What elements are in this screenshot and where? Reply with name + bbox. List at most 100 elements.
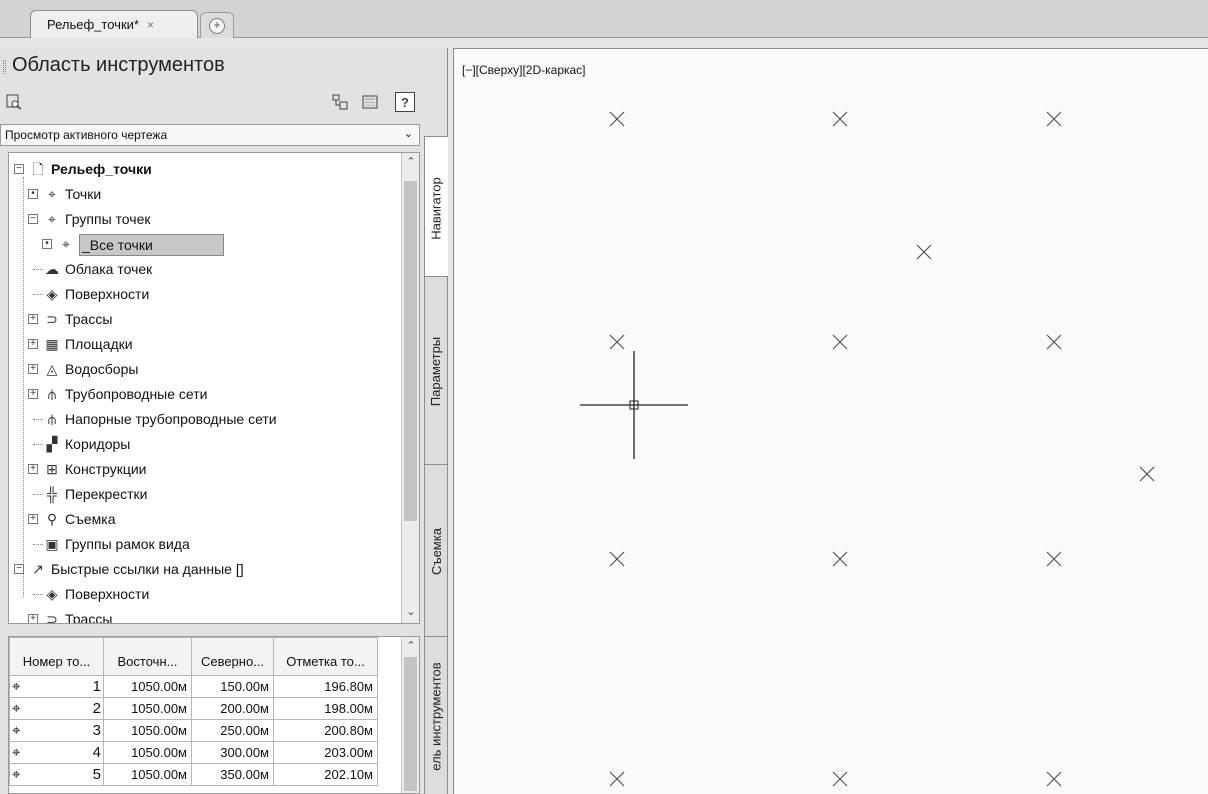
tree-item[interactable]: − 🗋 Рельеф_точки bbox=[9, 157, 401, 182]
table-row[interactable]: ⌖ 5 1050.00м 350.00м 202.10м bbox=[9, 763, 404, 786]
tree-item-label: Напорные трубопроводные сети bbox=[65, 411, 277, 427]
tree-item[interactable]: + ⊞ Конструкции bbox=[9, 457, 401, 482]
tree-item[interactable]: ╬ Перекрестки bbox=[9, 482, 401, 507]
point-marker[interactable] bbox=[1046, 334, 1062, 350]
tree-item[interactable]: + ⚲ Съемка bbox=[9, 507, 401, 532]
tree-item[interactable]: + ▦ Площадки bbox=[9, 332, 401, 357]
cell-northing: 300.00м bbox=[191, 741, 274, 764]
point-icon: ⌖ bbox=[48, 186, 56, 202]
cell-elevation: 200.80м bbox=[273, 719, 378, 742]
tree-item[interactable]: + ⊃ Трассы bbox=[9, 607, 401, 624]
tree-item[interactable]: + ◬ Водосборы bbox=[9, 357, 401, 382]
point-marker[interactable] bbox=[832, 334, 848, 350]
tree-item[interactable]: ◈ Поверхности bbox=[9, 582, 401, 607]
scroll-down-icon[interactable]: ⌄ bbox=[402, 605, 419, 621]
table-scrollbar[interactable]: ⌃ bbox=[401, 637, 419, 793]
civil3d-window: Рельеф_точки* × + Область инструментов ?… bbox=[0, 0, 1208, 794]
tree-item[interactable]: − ↗ Быстрые ссылки на данные [] bbox=[9, 557, 401, 582]
crosshair-cursor bbox=[580, 351, 688, 459]
expand-icon[interactable]: + bbox=[28, 464, 38, 474]
new-tab-button[interactable]: + bbox=[200, 12, 234, 38]
point-marker[interactable] bbox=[1046, 551, 1062, 567]
alignment-icon: ⊃ bbox=[46, 611, 58, 624]
expand-icon[interactable]: + bbox=[28, 514, 38, 524]
tree-item[interactable]: ▞ Коридоры bbox=[9, 432, 401, 457]
collapse-icon[interactable]: − bbox=[14, 164, 24, 174]
drawing-viewport[interactable]: [−][Сверху][2D-каркас] bbox=[453, 48, 1208, 794]
assembly-icon: ⊞ bbox=[46, 461, 58, 477]
tree-item[interactable]: ◈ Поверхности bbox=[9, 282, 401, 307]
collapse-icon[interactable]: − bbox=[14, 564, 24, 574]
point-marker[interactable] bbox=[609, 111, 625, 127]
column-header-northing[interactable]: Северно... bbox=[191, 637, 274, 676]
tab-settings[interactable]: Параметры bbox=[424, 276, 448, 466]
expand-icon[interactable]: + bbox=[28, 614, 38, 623]
tree-connector bbox=[33, 444, 43, 445]
point-marker[interactable] bbox=[832, 551, 848, 567]
point-marker[interactable] bbox=[609, 334, 625, 350]
grip-icon[interactable] bbox=[3, 60, 6, 74]
tree-item-label: Облака точек bbox=[65, 261, 153, 277]
cell-elevation: 202.10м bbox=[273, 763, 378, 786]
expand-icon[interactable]: + bbox=[28, 389, 38, 399]
collapse-icon[interactable]: − bbox=[28, 214, 38, 224]
points-table[interactable]: Номер то... Восточн... Северно... Отметк… bbox=[8, 636, 420, 794]
point-marker[interactable] bbox=[1046, 111, 1062, 127]
expand-icon[interactable]: + bbox=[28, 339, 38, 349]
tree-connector bbox=[33, 269, 43, 270]
tree-item[interactable]: ☁ Облака точек bbox=[9, 257, 401, 282]
surface-icon: ◈ bbox=[46, 286, 58, 302]
close-tab-icon[interactable]: × bbox=[147, 18, 154, 32]
table-row[interactable]: ⌖ 4 1050.00м 300.00м 203.00м bbox=[9, 741, 404, 764]
point-marker[interactable] bbox=[832, 111, 848, 127]
table-row[interactable]: ⌖ 2 1050.00м 200.00м 198.00м bbox=[9, 697, 404, 720]
point-group-icon: ⌖ bbox=[62, 236, 70, 252]
list-view-icon[interactable] bbox=[360, 92, 380, 112]
scroll-up-icon[interactable]: ⌃ bbox=[402, 639, 419, 655]
tab-navigator[interactable]: Навигатор bbox=[424, 136, 448, 280]
expand-icon[interactable]: + bbox=[28, 364, 38, 374]
prospector-tree[interactable]: − 🗋 Рельеф_точки • ⌖ Точки − ⌖ Группы точек • ⌖ _Вс… bbox=[8, 152, 420, 624]
tree-item[interactable]: ⫛ Напорные трубопроводные сети bbox=[9, 407, 401, 432]
tree-item-label: Водосборы bbox=[65, 361, 139, 377]
search-icon[interactable] bbox=[4, 92, 24, 112]
bullet-icon[interactable]: • bbox=[42, 239, 52, 249]
toolspace-header[interactable]: Область инструментов bbox=[0, 54, 420, 82]
tab-toolbox[interactable]: ель инструментов bbox=[424, 636, 448, 794]
table-row[interactable]: ⌖ 3 1050.00м 250.00м 200.80м bbox=[9, 719, 404, 742]
view-dropdown-value: Просмотр активного чертежа bbox=[5, 128, 168, 142]
point-marker[interactable] bbox=[832, 771, 848, 787]
bullet-icon[interactable]: • bbox=[28, 189, 38, 199]
help-button[interactable]: ? bbox=[395, 92, 415, 112]
tab-survey-label: Съемка bbox=[428, 527, 444, 575]
document-tab[interactable]: Рельеф_точки* × bbox=[30, 10, 198, 38]
tree-item[interactable]: • ⌖ _Все точки bbox=[9, 232, 401, 257]
tree-item-label: Группы рамок вида bbox=[65, 536, 190, 552]
item-view-icon[interactable] bbox=[330, 92, 350, 112]
table-scrollbar-thumb[interactable] bbox=[404, 657, 417, 791]
column-header-number[interactable]: Номер то... bbox=[9, 637, 104, 676]
point-marker[interactable] bbox=[1139, 466, 1155, 482]
tree-item[interactable]: + ⫛ Трубопроводные сети bbox=[9, 382, 401, 407]
tree-item[interactable]: ▣ Группы рамок вида bbox=[9, 532, 401, 557]
tree-item[interactable]: − ⌖ Группы точек bbox=[9, 207, 401, 232]
scroll-up-icon[interactable]: ⌃ bbox=[402, 155, 419, 171]
tree-item-label: Трассы bbox=[65, 611, 113, 624]
point-marker[interactable] bbox=[609, 551, 625, 567]
tree-scrollbar[interactable]: ⌃ ⌄ bbox=[401, 153, 419, 623]
view-dropdown[interactable]: Просмотр активного чертежа ⌄ bbox=[0, 124, 420, 146]
point-marker[interactable] bbox=[1046, 771, 1062, 787]
table-row[interactable]: ⌖ 1 1050.00м 150.00м 196.80м bbox=[9, 675, 404, 698]
tree-item[interactable]: • ⌖ Точки bbox=[9, 182, 401, 207]
tab-survey[interactable]: Съемка bbox=[424, 464, 448, 638]
point-marker[interactable] bbox=[609, 771, 625, 787]
pipe-network-icon: ⫛ bbox=[47, 386, 57, 402]
tree-item[interactable]: + ⊃ Трассы bbox=[9, 307, 401, 332]
column-header-easting[interactable]: Восточн... bbox=[103, 637, 192, 676]
tree-scrollbar-thumb[interactable] bbox=[404, 181, 417, 521]
expand-icon[interactable]: + bbox=[28, 314, 38, 324]
column-header-elevation[interactable]: Отметка то... bbox=[273, 637, 378, 676]
table-header-row: Номер то... Восточн... Северно... Отметк… bbox=[9, 637, 404, 676]
cell-elevation: 203.00м bbox=[273, 741, 378, 764]
point-marker[interactable] bbox=[916, 244, 932, 260]
